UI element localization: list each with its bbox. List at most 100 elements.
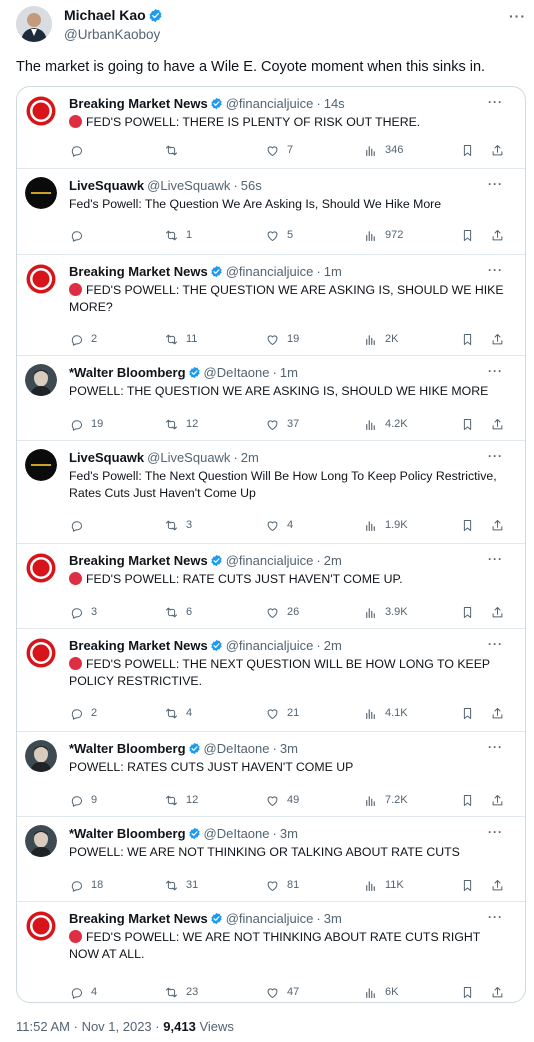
tweet-avatar[interactable] bbox=[25, 95, 57, 127]
like-button[interactable]: 4 bbox=[265, 516, 293, 534]
tweet-time[interactable]: 1m bbox=[280, 365, 298, 380]
reply-button[interactable]: 2 bbox=[69, 704, 97, 722]
quoted-tweet[interactable]: Breaking Market News @financialjuice · 3m ··… bbox=[17, 902, 525, 1002]
tweet-author-name[interactable]: *Walter Bloomberg bbox=[69, 741, 186, 756]
tweet-time[interactable]: 3m bbox=[280, 826, 298, 841]
quoted-tweet[interactable]: *Walter Bloomberg @DeItaone · 3m ··· POWELL: … bbox=[17, 732, 525, 817]
more-options-icon[interactable]: ··· bbox=[488, 449, 503, 463]
tweet-avatar[interactable] bbox=[25, 825, 57, 857]
tweet-avatar[interactable] bbox=[25, 364, 57, 396]
tweet-author-handle[interactable]: @DeItaone bbox=[204, 741, 270, 756]
tweet-author-handle[interactable]: @DeItaone bbox=[204, 365, 270, 380]
quoted-tweet[interactable]: LiveSquawk @LiveSquawk · 2m ··· Fed's Powell:… bbox=[17, 441, 525, 544]
quoted-tweet[interactable]: *Walter Bloomberg @DeItaone · 1m ··· POWELL: … bbox=[17, 356, 525, 441]
author-handle[interactable]: @UrbanKaoboy bbox=[64, 26, 163, 44]
like-button[interactable]: 37 bbox=[265, 415, 299, 433]
share-button[interactable] bbox=[490, 415, 505, 433]
like-button[interactable]: 5 bbox=[265, 226, 293, 244]
bookmark-button[interactable] bbox=[460, 603, 475, 621]
more-options-icon[interactable]: ··· bbox=[488, 364, 503, 378]
tweet-author-name[interactable]: LiveSquawk bbox=[69, 178, 144, 193]
retweet-button[interactable]: 31 bbox=[164, 876, 198, 894]
tweet-author-name[interactable]: Breaking Market News bbox=[69, 264, 208, 279]
quoted-tweet[interactable]: Breaking Market News @financialjuice · 2m ··… bbox=[17, 629, 525, 732]
more-options-icon[interactable]: ··· bbox=[488, 95, 503, 109]
bookmark-button[interactable] bbox=[460, 876, 475, 894]
tweet-time[interactable]: 14s bbox=[324, 96, 345, 111]
bookmark-button[interactable] bbox=[460, 791, 475, 809]
like-button[interactable]: 19 bbox=[265, 330, 299, 348]
reply-button[interactable]: 2 bbox=[69, 330, 97, 348]
tweet-author-name[interactable]: Breaking Market News bbox=[69, 553, 208, 568]
share-button[interactable] bbox=[490, 791, 505, 809]
bookmark-button[interactable] bbox=[460, 141, 475, 159]
tweet-author-handle[interactable]: @financialjuice bbox=[226, 96, 314, 111]
share-button[interactable] bbox=[490, 983, 505, 1001]
tweet-author-handle[interactable]: @financialjuice bbox=[226, 264, 314, 279]
tweet-author-name[interactable]: Breaking Market News bbox=[69, 638, 208, 653]
share-button[interactable] bbox=[490, 876, 505, 894]
tweet-author-handle[interactable]: @LiveSquawk bbox=[147, 178, 230, 193]
views-button[interactable]: 6K bbox=[363, 983, 398, 1001]
bookmark-button[interactable] bbox=[460, 415, 475, 433]
share-button[interactable] bbox=[490, 704, 505, 722]
share-button[interactable] bbox=[490, 516, 505, 534]
tweet-time[interactable]: 2m bbox=[324, 553, 342, 568]
retweet-button[interactable]: 4 bbox=[164, 704, 192, 722]
quoted-tweet[interactable]: LiveSquawk @LiveSquawk · 56s ··· Fed's Powell… bbox=[17, 169, 525, 255]
retweet-button[interactable]: 1 bbox=[164, 226, 192, 244]
tweet-time[interactable]: 2m bbox=[241, 450, 259, 465]
tweet-avatar[interactable] bbox=[25, 552, 57, 584]
retweet-button[interactable]: 3 bbox=[164, 516, 192, 534]
like-button[interactable]: 7 bbox=[265, 141, 293, 159]
quoted-tweet[interactable]: *Walter Bloomberg @DeItaone · 3m ··· POWELL: … bbox=[17, 817, 525, 902]
tweet-time[interactable]: 3m bbox=[280, 741, 298, 756]
tweet-avatar[interactable] bbox=[25, 910, 57, 942]
author-name[interactable]: Michael Kao bbox=[64, 7, 146, 24]
more-options-icon[interactable]: ··· bbox=[488, 263, 503, 277]
tweet-author-handle[interactable]: @DeItaone bbox=[204, 826, 270, 841]
like-button[interactable]: 81 bbox=[265, 876, 299, 894]
author-avatar[interactable] bbox=[16, 6, 52, 42]
views-button[interactable]: 4.2K bbox=[363, 415, 408, 433]
quoted-tweet[interactable]: Breaking Market News @financialjuice · 14s ·… bbox=[17, 87, 525, 169]
tweet-author-handle[interactable]: @LiveSquawk bbox=[147, 450, 230, 465]
tweet-author-handle[interactable]: @financialjuice bbox=[226, 553, 314, 568]
views-button[interactable]: 346 bbox=[363, 141, 403, 159]
tweet-author-name[interactable]: LiveSquawk bbox=[69, 450, 144, 465]
more-options-icon[interactable]: ··· bbox=[488, 740, 503, 754]
bookmark-button[interactable] bbox=[460, 226, 475, 244]
tweet-avatar[interactable] bbox=[25, 449, 57, 481]
tweet-avatar[interactable] bbox=[25, 740, 57, 772]
retweet-button[interactable]: 12 bbox=[164, 791, 198, 809]
reply-button[interactable]: 9 bbox=[69, 791, 97, 809]
like-button[interactable]: 47 bbox=[265, 983, 299, 1001]
retweet-button[interactable]: 12 bbox=[164, 415, 198, 433]
bookmark-button[interactable] bbox=[460, 704, 475, 722]
quoted-tweet[interactable]: Breaking Market News @financialjuice · 1m ··… bbox=[17, 255, 525, 356]
tweet-author-name[interactable]: *Walter Bloomberg bbox=[69, 826, 186, 841]
tweet-avatar[interactable] bbox=[25, 263, 57, 295]
quoted-tweets-image[interactable]: Breaking Market News @financialjuice · 14s ·… bbox=[16, 86, 526, 1003]
tweet-time[interactable]: 1m bbox=[324, 264, 342, 279]
more-options-icon[interactable]: ··· bbox=[488, 825, 503, 839]
reply-button[interactable] bbox=[69, 226, 91, 244]
tweet-author-name[interactable]: Breaking Market News bbox=[69, 96, 208, 111]
tweet-author-name[interactable]: Breaking Market News bbox=[69, 911, 208, 926]
post-date[interactable]: Nov 1, 2023 bbox=[82, 1019, 152, 1034]
bookmark-button[interactable] bbox=[460, 330, 475, 348]
views-button[interactable]: 1.9K bbox=[363, 516, 408, 534]
share-button[interactable] bbox=[490, 603, 505, 621]
views-button[interactable]: 972 bbox=[363, 226, 403, 244]
views-button[interactable]: 4.1K bbox=[363, 704, 408, 722]
tweet-author-name[interactable]: *Walter Bloomberg bbox=[69, 365, 186, 380]
retweet-button[interactable]: 23 bbox=[164, 983, 198, 1001]
views-button[interactable]: 11K bbox=[363, 876, 404, 894]
more-options-icon[interactable]: ··· bbox=[488, 177, 503, 191]
tweet-author-handle[interactable]: @financialjuice bbox=[226, 638, 314, 653]
tweet-avatar[interactable] bbox=[25, 637, 57, 669]
share-button[interactable] bbox=[490, 226, 505, 244]
tweet-author-handle[interactable]: @financialjuice bbox=[226, 911, 314, 926]
more-options-icon[interactable]: ··· bbox=[488, 637, 503, 651]
more-options-icon[interactable]: ··· bbox=[509, 8, 526, 24]
